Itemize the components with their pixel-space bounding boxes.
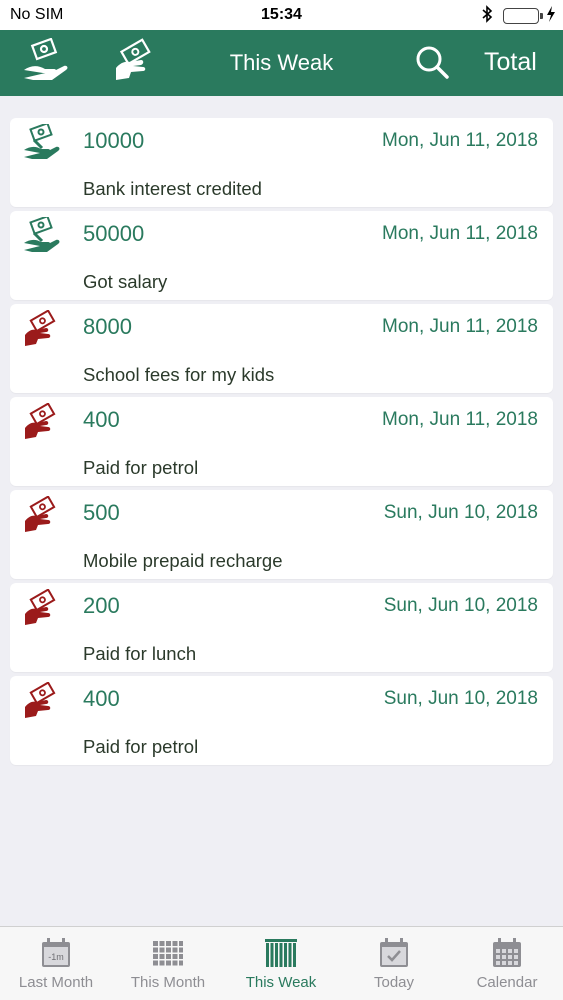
battery-icon: [503, 8, 539, 24]
transaction-date: Sun, Jun 10, 2018: [383, 595, 538, 616]
transaction-date: Mon, Jun 11, 2018: [382, 130, 538, 151]
calendar-check-icon: [380, 938, 408, 967]
total-button[interactable]: Total: [484, 48, 537, 77]
transaction-row[interactable]: 500 Sun, Jun 10, 2018 Mobile prepaid rec…: [10, 490, 553, 579]
transaction-row[interactable]: 400 Mon, Jun 11, 2018 Paid for petrol: [10, 397, 553, 486]
income-icon: [22, 122, 62, 164]
transaction-row[interactable]: 8000 Mon, Jun 11, 2018 School fees for m…: [10, 304, 553, 393]
expense-icon: [22, 309, 62, 350]
page-title: This Weak: [229, 50, 334, 75]
tab-today[interactable]: Today: [338, 927, 450, 1000]
tab-this-month[interactable]: This Month: [112, 927, 224, 1000]
transaction-list: 10000 Mon, Jun 11, 2018 Bank interest cr…: [10, 118, 553, 769]
transaction-row[interactable]: 400 Sun, Jun 10, 2018 Paid for petrol: [10, 676, 553, 765]
income-icon: [22, 215, 62, 257]
transaction-row[interactable]: 200 Sun, Jun 10, 2018 Paid for lunch: [10, 583, 553, 672]
transaction-date: Mon, Jun 11, 2018: [382, 316, 538, 337]
calendar-minus-icon: -1m: [42, 938, 70, 967]
transaction-amount: 400: [83, 686, 120, 711]
transaction-description: School fees for my kids: [83, 364, 275, 385]
bluetooth-icon: [481, 5, 493, 27]
transaction-amount: 400: [83, 407, 120, 432]
week-bars-icon: [265, 939, 297, 967]
transaction-amount: 10000: [83, 128, 145, 153]
tab-last-month[interactable]: -1m Last Month: [0, 927, 112, 1000]
month-grid-icon: [153, 941, 183, 966]
nav-bar: This Weak Total: [0, 30, 563, 96]
transaction-description: Paid for lunch: [83, 643, 197, 664]
calendar-icon: [493, 938, 521, 967]
search-icon[interactable]: [414, 44, 450, 80]
transaction-date: Mon, Jun 11, 2018: [382, 409, 538, 430]
tab-label: Today: [373, 974, 415, 991]
transaction-amount: 200: [83, 593, 120, 618]
tab-label: Last Month: [18, 974, 94, 991]
tab-label: Calendar: [476, 974, 538, 991]
transaction-row[interactable]: 10000 Mon, Jun 11, 2018 Bank interest cr…: [10, 118, 553, 207]
transaction-amount: 500: [83, 500, 120, 525]
transaction-description: Mobile prepaid recharge: [83, 550, 283, 571]
transaction-row[interactable]: 50000 Mon, Jun 11, 2018 Got salary: [10, 211, 553, 300]
expense-icon: [22, 402, 62, 443]
expense-icon: [22, 495, 62, 536]
expense-icon: [22, 681, 62, 722]
status-bar: No SIM 15:34: [0, 0, 563, 30]
tab-this-week[interactable]: This Weak: [225, 927, 337, 1000]
income-icon[interactable]: [18, 35, 74, 91]
clock: 15:34: [261, 6, 302, 23]
transaction-description: Bank interest credited: [83, 178, 262, 199]
tab-label: This Month: [130, 974, 206, 991]
transaction-description: Got salary: [83, 271, 168, 292]
tab-bar: -1m Last Month This Month This Weak Toda…: [0, 926, 563, 1000]
expense-icon[interactable]: [108, 35, 164, 91]
tab-calendar[interactable]: Calendar: [451, 927, 563, 1000]
expense-icon: [22, 588, 62, 629]
transaction-date: Sun, Jun 10, 2018: [383, 688, 538, 709]
transaction-date: Sun, Jun 10, 2018: [383, 502, 538, 523]
transaction-description: Paid for petrol: [83, 457, 199, 478]
transaction-amount: 50000: [83, 221, 145, 246]
charging-icon: [546, 5, 556, 27]
transaction-date: Mon, Jun 11, 2018: [382, 223, 538, 244]
transaction-amount: 8000: [83, 314, 132, 339]
tab-badge: -1m: [48, 952, 64, 962]
tab-label: This Weak: [245, 974, 317, 991]
transaction-description: Paid for petrol: [83, 736, 199, 757]
